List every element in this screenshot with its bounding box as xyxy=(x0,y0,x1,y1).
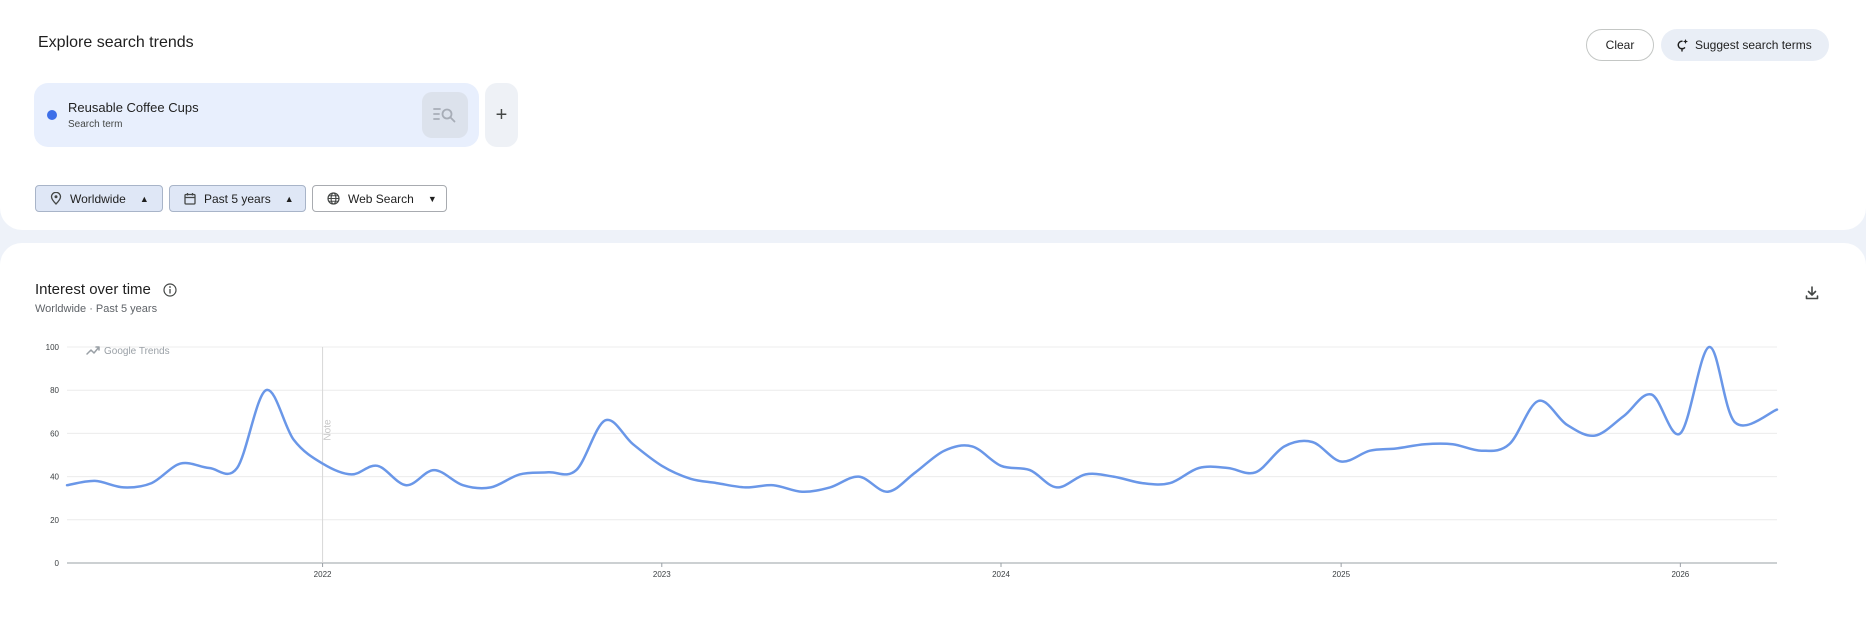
x-tick-label: 2022 xyxy=(314,570,332,579)
location-filter[interactable]: Worldwide ▲ xyxy=(35,185,163,212)
suggest-label: Suggest search terms xyxy=(1695,38,1812,52)
download-icon[interactable] xyxy=(1804,285,1820,301)
caret-up-icon: ▲ xyxy=(284,193,294,204)
property-filter-label: Web Search xyxy=(348,191,414,206)
section-subtitle: Worldwide · Past 5 years xyxy=(35,303,158,315)
note-label: Note xyxy=(323,419,334,441)
caret-down-icon: ▼ xyxy=(427,193,437,204)
y-tick-label: 100 xyxy=(46,343,60,352)
calendar-icon xyxy=(184,193,196,205)
search-term-type: Search term xyxy=(68,119,123,130)
search-term-name: Reusable Coffee Cups xyxy=(68,100,199,115)
interest-over-time-chart: 0 20 40 60 80 100 2022 2023 2024 2025 2026 Note Goog… xyxy=(46,343,1779,579)
x-tick-label: 2025 xyxy=(1332,570,1350,579)
x-tick-label: 2026 xyxy=(1671,570,1689,579)
info-icon[interactable] xyxy=(163,283,177,297)
globe-icon xyxy=(327,192,340,205)
add-term-button[interactable]: + xyxy=(485,83,518,147)
x-tick-label: 2023 xyxy=(653,570,671,579)
property-filter[interactable]: Web Search ▼ xyxy=(312,185,447,212)
location-pin-icon xyxy=(50,192,62,205)
page-title: Explore search trends xyxy=(38,34,194,51)
term-search-button[interactable] xyxy=(422,92,468,138)
clear-button[interactable]: Clear xyxy=(1586,29,1654,61)
x-tick-label: 2024 xyxy=(992,570,1010,579)
series-color-dot xyxy=(47,110,57,120)
time-range-filter[interactable]: Past 5 years ▲ xyxy=(169,185,306,212)
search-term-card[interactable]: Reusable Coffee Cups Search term xyxy=(34,83,479,147)
sparkle-icon xyxy=(1677,39,1688,52)
suggest-search-terms-button[interactable]: Suggest search terms xyxy=(1661,29,1829,61)
caret-up-icon: ▲ xyxy=(139,193,149,204)
time-range-filter-label: Past 5 years xyxy=(204,191,271,206)
y-tick-label: 40 xyxy=(50,473,59,482)
y-tick-label: 20 xyxy=(50,516,59,525)
location-filter-label: Worldwide xyxy=(70,191,126,206)
chart-watermark: Google Trends xyxy=(104,346,170,357)
y-tick-label: 80 xyxy=(50,386,59,395)
y-tick-label: 60 xyxy=(50,429,59,438)
section-title: Interest over time xyxy=(35,281,151,298)
trend-icon xyxy=(86,346,100,355)
y-tick-label: 0 xyxy=(55,559,60,568)
list-search-icon xyxy=(433,108,456,123)
series-line xyxy=(65,345,1779,493)
